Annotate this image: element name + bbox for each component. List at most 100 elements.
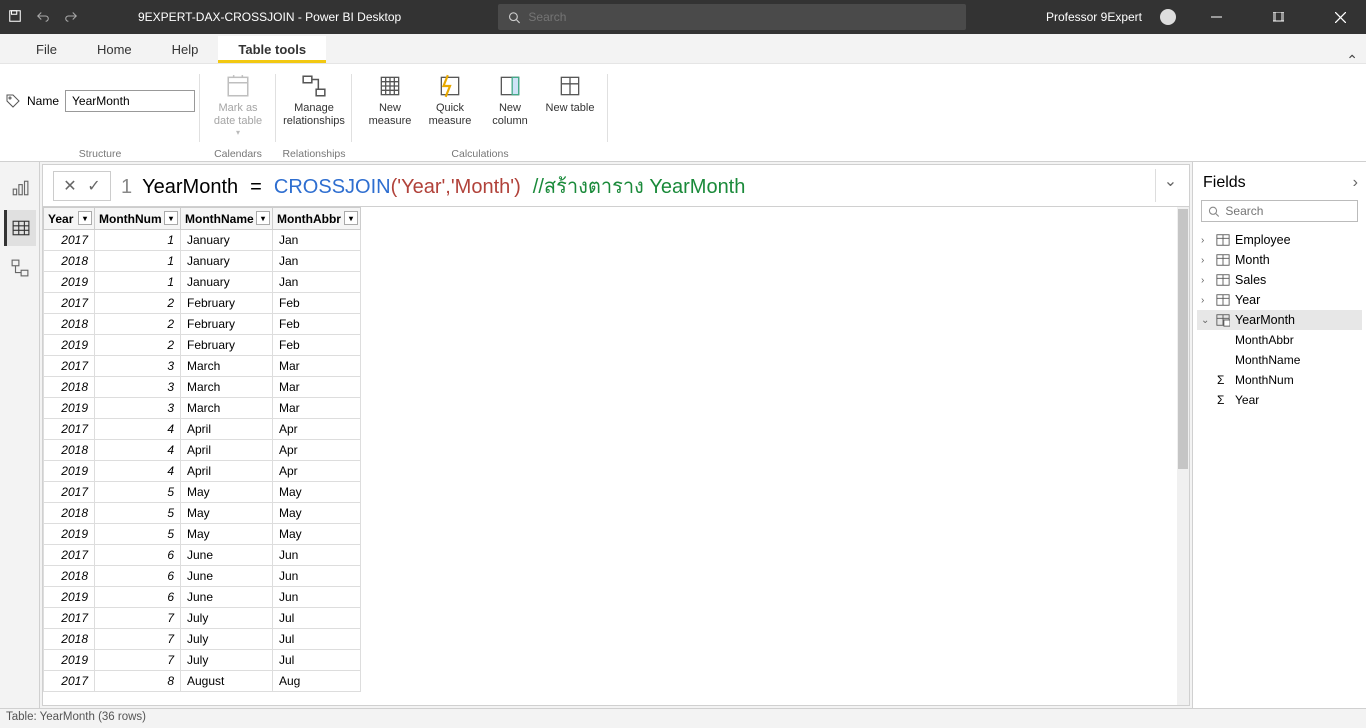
cell-year[interactable]: 2018 <box>44 251 95 272</box>
cell-monthname[interactable]: February <box>181 293 273 314</box>
formula-bar[interactable]: ✕ ✓ 1YearMonth = CROSSJOIN('Year','Month… <box>43 165 1189 207</box>
cell-monthnum[interactable]: 6 <box>95 545 181 566</box>
cell-monthname[interactable]: April <box>181 461 273 482</box>
fields-search[interactable] <box>1201 200 1358 222</box>
table-row[interactable]: 2017 7 July Jul <box>44 608 361 629</box>
new-column-button[interactable]: New column <box>482 68 538 132</box>
cell-monthnum[interactable]: 2 <box>95 293 181 314</box>
model-view-button[interactable] <box>4 250 36 286</box>
cell-monthabbr[interactable]: May <box>273 503 361 524</box>
cell-monthnum[interactable]: 4 <box>95 461 181 482</box>
table-row[interactable]: 2017 8 August Aug <box>44 671 361 692</box>
cell-year[interactable]: 2018 <box>44 377 95 398</box>
field-column-monthname[interactable]: MonthName <box>1197 350 1362 370</box>
cell-monthnum[interactable]: 7 <box>95 608 181 629</box>
expand-formula-icon[interactable]: ⌄ <box>1155 169 1185 202</box>
table-row[interactable]: 2018 5 May May <box>44 503 361 524</box>
cell-monthname[interactable]: May <box>181 482 273 503</box>
undo-icon[interactable] <box>36 9 50 26</box>
cell-year[interactable]: 2019 <box>44 398 95 419</box>
table-row[interactable]: 2017 6 June Jun <box>44 545 361 566</box>
cell-monthabbr[interactable]: Jan <box>273 230 361 251</box>
cell-monthname[interactable]: August <box>181 671 273 692</box>
cell-monthabbr[interactable]: Jul <box>273 650 361 671</box>
cell-monthnum[interactable]: 8 <box>95 671 181 692</box>
cancel-formula-icon[interactable]: ✕ <box>60 176 80 196</box>
cell-monthnum[interactable]: 5 <box>95 503 181 524</box>
table-row[interactable]: 2017 1 January Jan <box>44 230 361 251</box>
redo-icon[interactable] <box>64 9 78 26</box>
table-row[interactable]: 2018 4 April Apr <box>44 440 361 461</box>
cell-monthabbr[interactable]: Mar <box>273 356 361 377</box>
cell-year[interactable]: 2018 <box>44 629 95 650</box>
global-search[interactable] <box>498 4 966 30</box>
cell-year[interactable]: 2019 <box>44 335 95 356</box>
table-row[interactable]: 2018 2 February Feb <box>44 314 361 335</box>
field-column-monthnum[interactable]: ΣMonthNum <box>1197 370 1362 390</box>
cell-monthnum[interactable]: 4 <box>95 419 181 440</box>
cell-monthabbr[interactable]: Mar <box>273 377 361 398</box>
table-row[interactable]: 2018 3 March Mar <box>44 377 361 398</box>
cell-year[interactable]: 2017 <box>44 293 95 314</box>
cell-year[interactable]: 2019 <box>44 524 95 545</box>
cell-monthnum[interactable]: 2 <box>95 335 181 356</box>
table-row[interactable]: 2018 1 January Jan <box>44 251 361 272</box>
chevron-down-icon[interactable]: ▾ <box>344 211 358 225</box>
commit-formula-icon[interactable]: ✓ <box>84 176 104 196</box>
cell-monthname[interactable]: June <box>181 587 273 608</box>
table-row[interactable]: 2019 1 January Jan <box>44 272 361 293</box>
cell-monthabbr[interactable]: Apr <box>273 440 361 461</box>
cell-year[interactable]: 2018 <box>44 440 95 461</box>
field-table-sales[interactable]: › Sales <box>1197 270 1362 290</box>
quick-measure-button[interactable]: Quick measure <box>422 68 478 132</box>
table-row[interactable]: 2019 2 February Feb <box>44 335 361 356</box>
cell-monthabbr[interactable]: Mar <box>273 398 361 419</box>
minimize-button[interactable] <box>1194 0 1238 34</box>
cell-monthname[interactable]: March <box>181 377 273 398</box>
chevron-right-icon[interactable]: › <box>1201 255 1211 266</box>
global-search-input[interactable] <box>528 10 956 24</box>
chevron-down-icon[interactable]: ▾ <box>78 211 92 225</box>
field-table-month[interactable]: › Month <box>1197 250 1362 270</box>
cell-monthname[interactable]: February <box>181 314 273 335</box>
cell-monthabbr[interactable]: Feb <box>273 314 361 335</box>
cell-year[interactable]: 2017 <box>44 608 95 629</box>
cell-year[interactable]: 2017 <box>44 671 95 692</box>
cell-monthabbr[interactable]: Jun <box>273 545 361 566</box>
chevron-right-icon[interactable]: › <box>1353 174 1358 192</box>
cell-monthname[interactable]: April <box>181 440 273 461</box>
table-row[interactable]: 2019 7 July Jul <box>44 650 361 671</box>
table-row[interactable]: 2019 6 June Jun <box>44 587 361 608</box>
cell-monthnum[interactable]: 2 <box>95 314 181 335</box>
cell-monthnum[interactable]: 6 <box>95 587 181 608</box>
cell-year[interactable]: 2018 <box>44 314 95 335</box>
tab-home[interactable]: Home <box>77 36 152 63</box>
col-header-monthnum[interactable]: MonthNum▾ <box>95 208 181 230</box>
cell-monthname[interactable]: March <box>181 356 273 377</box>
cell-year[interactable]: 2017 <box>44 356 95 377</box>
cell-year[interactable]: 2017 <box>44 230 95 251</box>
cell-monthnum[interactable]: 7 <box>95 650 181 671</box>
cell-monthnum[interactable]: 5 <box>95 524 181 545</box>
cell-monthabbr[interactable]: Jun <box>273 566 361 587</box>
cell-monthabbr[interactable]: Feb <box>273 335 361 356</box>
chevron-right-icon[interactable]: › <box>1201 235 1211 246</box>
cell-monthnum[interactable]: 6 <box>95 566 181 587</box>
cell-monthnum[interactable]: 1 <box>95 230 181 251</box>
chevron-right-icon[interactable]: › <box>1201 295 1211 306</box>
cell-monthname[interactable]: July <box>181 608 273 629</box>
table-row[interactable]: 2019 3 March Mar <box>44 398 361 419</box>
field-table-yearmonth[interactable]: ⌄ YearMonth <box>1197 310 1362 330</box>
maximize-button[interactable] <box>1256 0 1300 34</box>
cell-monthabbr[interactable]: Apr <box>273 419 361 440</box>
field-column-year[interactable]: ΣYear <box>1197 390 1362 410</box>
cell-monthabbr[interactable]: May <box>273 524 361 545</box>
cell-monthabbr[interactable]: Jun <box>273 587 361 608</box>
field-table-year[interactable]: › Year <box>1197 290 1362 310</box>
chevron-down-icon[interactable]: ⌄ <box>1201 315 1211 326</box>
cell-monthabbr[interactable]: Jan <box>273 251 361 272</box>
cell-year[interactable]: 2019 <box>44 587 95 608</box>
cell-year[interactable]: 2017 <box>44 482 95 503</box>
report-view-button[interactable] <box>4 170 36 206</box>
cell-monthabbr[interactable]: May <box>273 482 361 503</box>
